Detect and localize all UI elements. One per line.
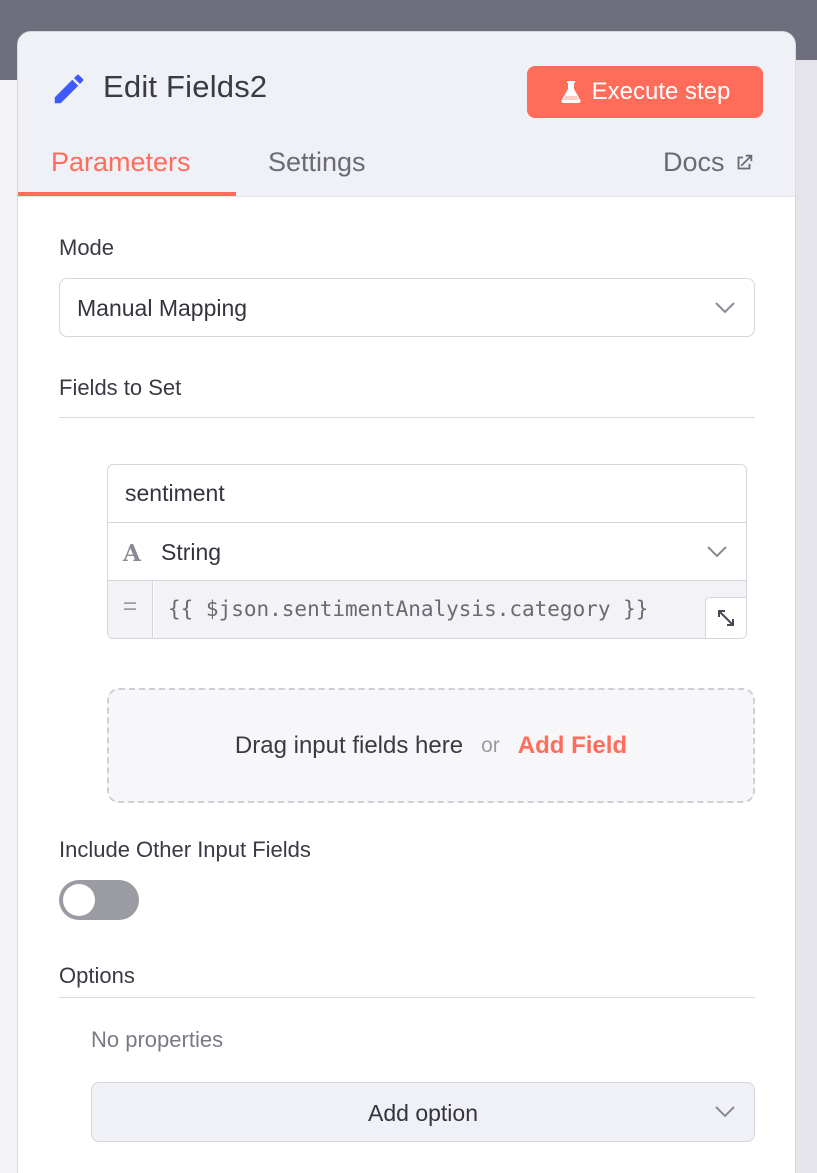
- field-assignment: sentiment A String = {{ $json.sentimentA…: [107, 464, 747, 639]
- add-option-select[interactable]: Add option: [91, 1082, 755, 1142]
- field-type-value: String: [161, 539, 222, 565]
- pencil-icon: [54, 74, 84, 104]
- add-field-link[interactable]: Add Field: [518, 732, 627, 760]
- chevron-down-icon: [715, 301, 735, 313]
- add-option-label: Add option: [368, 1100, 478, 1126]
- canvas-background: [796, 60, 817, 1173]
- mode-select[interactable]: Manual Mapping: [59, 278, 755, 337]
- node-settings-panel: Edit Fields2 Execute step Parameters Set…: [17, 31, 796, 1173]
- external-link-icon: [737, 154, 752, 169]
- chevron-down-icon: [715, 1106, 735, 1118]
- include-other-toggle[interactable]: [59, 880, 139, 920]
- docs-label: Docs: [663, 147, 725, 177]
- chevron-down-icon: [707, 545, 727, 557]
- field-type-select[interactable]: A String: [108, 523, 746, 581]
- mode-value: Manual Mapping: [77, 295, 248, 321]
- panel-header: Edit Fields2 Execute step Parameters Set…: [18, 32, 795, 197]
- dropzone-text: Drag input fields here: [234, 731, 464, 759]
- options-divider: [59, 997, 755, 998]
- docs-link[interactable]: Docs: [663, 147, 755, 178]
- execute-step-label: Execute step: [591, 78, 731, 105]
- tab-parameters[interactable]: Parameters: [51, 147, 191, 178]
- expand-expression-button[interactable]: [705, 597, 746, 638]
- expand-icon: [718, 610, 734, 626]
- fields-to-set-label: Fields to Set: [59, 375, 182, 400]
- include-other-label: Include Other Input Fields: [59, 837, 311, 862]
- options-label: Options: [59, 963, 135, 988]
- execute-step-button[interactable]: Execute step: [527, 66, 763, 118]
- active-tab-indicator: [18, 192, 236, 196]
- field-dropzone[interactable]: Drag input fields here or Add Field: [107, 688, 755, 803]
- string-type-icon: A: [123, 540, 141, 567]
- mode-label: Mode: [59, 235, 115, 260]
- tab-settings[interactable]: Settings: [268, 147, 366, 178]
- fields-divider: [59, 417, 755, 418]
- no-properties-text: No properties: [91, 1027, 224, 1052]
- dropzone-or: or: [481, 733, 500, 757]
- expression-input[interactable]: {{ $json.sentimentAnalysis.category }}: [154, 581, 746, 638]
- operator-label: =: [108, 581, 153, 638]
- toggle-knob: [63, 884, 95, 916]
- flask-icon: [561, 81, 581, 103]
- node-title[interactable]: Edit Fields2: [103, 69, 267, 105]
- field-value-row: = {{ $json.sentimentAnalysis.category }}: [108, 581, 746, 638]
- field-name-input[interactable]: sentiment: [108, 465, 746, 523]
